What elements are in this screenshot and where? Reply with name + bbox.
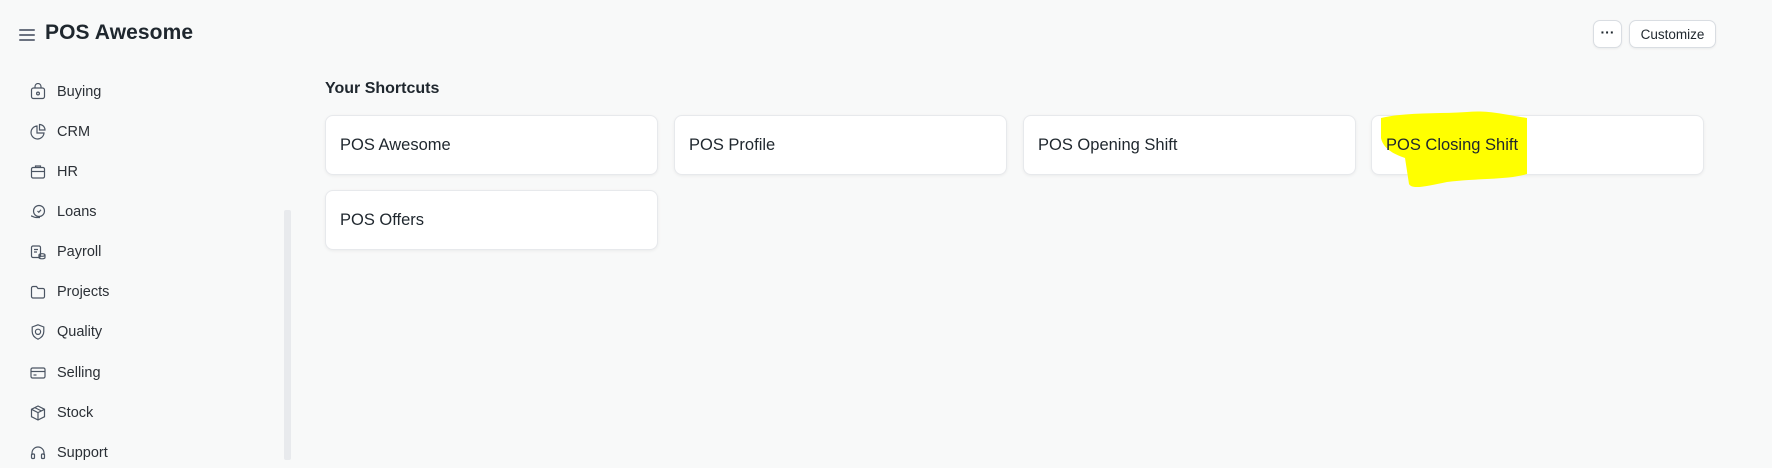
sidebar-item-crm[interactable]: CRM: [28, 117, 90, 147]
sidebar-item-label: Quality: [57, 324, 103, 340]
sidebar-item-label: HR: [57, 164, 78, 180]
crm-icon: [28, 122, 48, 142]
sidebar-item-selling[interactable]: Selling: [28, 358, 101, 388]
sidebar-item-label: Payroll: [57, 244, 102, 260]
sidebar-item-label: Buying: [57, 84, 102, 100]
projects-icon: [28, 282, 48, 302]
stock-icon: [28, 403, 48, 423]
sidebar-item-label: Loans: [57, 204, 97, 220]
sidebar-item-payroll[interactable]: Payroll: [28, 237, 101, 267]
sidebar-item-buying[interactable]: Buying: [28, 77, 101, 107]
sidebar-item-label: Stock: [57, 405, 94, 421]
top-bar: POS Awesome ··· Customize: [0, 0, 1772, 70]
shortcut-card-pos-offers[interactable]: POS Offers: [325, 190, 658, 250]
sidebar-item-stock[interactable]: Stock: [28, 398, 93, 428]
shortcut-card-pos-profile[interactable]: POS Profile: [674, 115, 1007, 175]
sidebar-item-label: Selling: [57, 365, 101, 381]
sidebar-scrollbar[interactable]: [284, 210, 291, 460]
quality-icon: [28, 322, 48, 342]
selling-icon: [28, 363, 48, 383]
shortcut-card-pos-awesome[interactable]: POS Awesome: [325, 115, 658, 175]
sidebar-item-projects[interactable]: Projects: [28, 277, 109, 307]
page-title: POS Awesome: [45, 21, 194, 44]
hr-icon: [28, 162, 48, 182]
shortcut-label: POS Closing Shift: [1386, 136, 1519, 154]
shortcut-label: POS Profile: [689, 136, 776, 154]
loans-icon: [28, 202, 48, 222]
sidebar-item-hr[interactable]: HR: [28, 157, 78, 187]
payroll-icon: [28, 242, 48, 262]
shortcut-label: POS Opening Shift: [1038, 136, 1178, 154]
sidebar-item-quality[interactable]: Quality: [28, 317, 102, 347]
shortcut-label: POS Offers: [340, 211, 425, 229]
buying-icon: [28, 82, 48, 102]
shortcuts-heading: Your Shortcuts: [325, 80, 440, 97]
sidebar-item-loans[interactable]: Loans: [28, 197, 97, 227]
sidebar-item-support[interactable]: Support: [28, 438, 108, 468]
sidebar: Buying CRM HR Loans Payroll Projects Qua…: [0, 70, 280, 461]
shortcut-card-pos-closing-shift[interactable]: POS Closing Shift: [1371, 111, 1704, 188]
sidebar-item-label: CRM: [57, 124, 91, 140]
hamburger-menu-icon[interactable]: [19, 29, 35, 41]
shortcut-label: POS Awesome: [340, 136, 451, 154]
more-options-button[interactable]: ···: [1593, 20, 1622, 48]
sidebar-item-label: Projects: [57, 284, 110, 300]
support-icon: [28, 443, 48, 463]
customize-button[interactable]: Customize: [1629, 20, 1716, 48]
shortcut-card-pos-opening-shift[interactable]: POS Opening Shift: [1023, 115, 1356, 175]
sidebar-item-label: Support: [57, 445, 108, 461]
